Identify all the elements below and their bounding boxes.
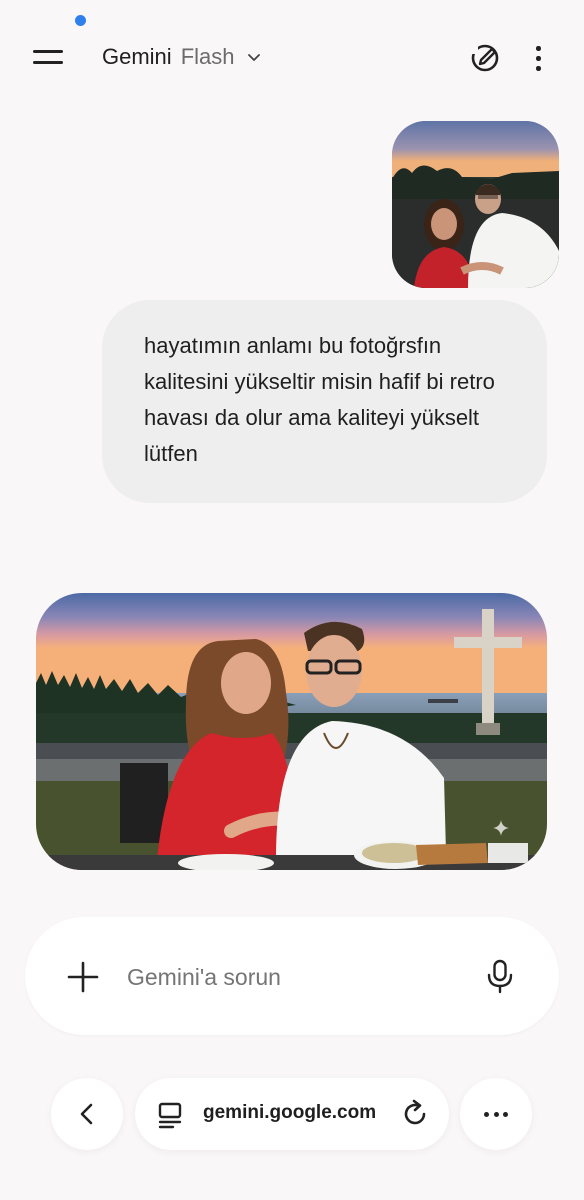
- generated-image[interactable]: [36, 593, 547, 870]
- model-selector[interactable]: Gemini Flash: [102, 44, 262, 70]
- chevron-left-icon: [80, 1103, 93, 1125]
- user-message-bubble: hayatımın anlamı bu fotoğrsfın kalitesin…: [102, 300, 547, 503]
- plus-icon[interactable]: [65, 959, 101, 995]
- user-message-text: hayatımın anlamı bu fotoğrsfın kalitesin…: [144, 333, 495, 466]
- user-photo-art: [392, 121, 559, 288]
- model-name: Flash: [180, 44, 235, 69]
- address-bar[interactable]: gemini.google.com: [135, 1078, 449, 1150]
- hamburger-menu-icon[interactable]: [28, 43, 68, 71]
- microphone-icon[interactable]: [485, 958, 515, 994]
- app-title: Gemini: [102, 44, 172, 69]
- browser-toolbar: gemini.google.com: [0, 1078, 584, 1150]
- back-button[interactable]: [51, 1078, 123, 1150]
- notification-dot: [75, 15, 86, 26]
- result-photo-art: [36, 593, 547, 870]
- prompt-input-bar: [25, 917, 559, 1035]
- chevron-down-icon: [248, 54, 261, 61]
- more-horiz-icon[interactable]: [460, 1078, 532, 1150]
- user-image-thumbnail[interactable]: [392, 121, 559, 288]
- sparkle-icon: [493, 820, 509, 836]
- url-text[interactable]: gemini.google.com: [203, 1102, 376, 1124]
- prompt-input[interactable]: [127, 957, 457, 997]
- more-vert-icon[interactable]: [526, 42, 550, 74]
- tabs-icon: [158, 1102, 182, 1129]
- edit-pen-icon[interactable]: [466, 41, 504, 75]
- reload-icon[interactable]: [400, 1099, 430, 1129]
- app-header: Gemini Flash: [0, 30, 584, 84]
